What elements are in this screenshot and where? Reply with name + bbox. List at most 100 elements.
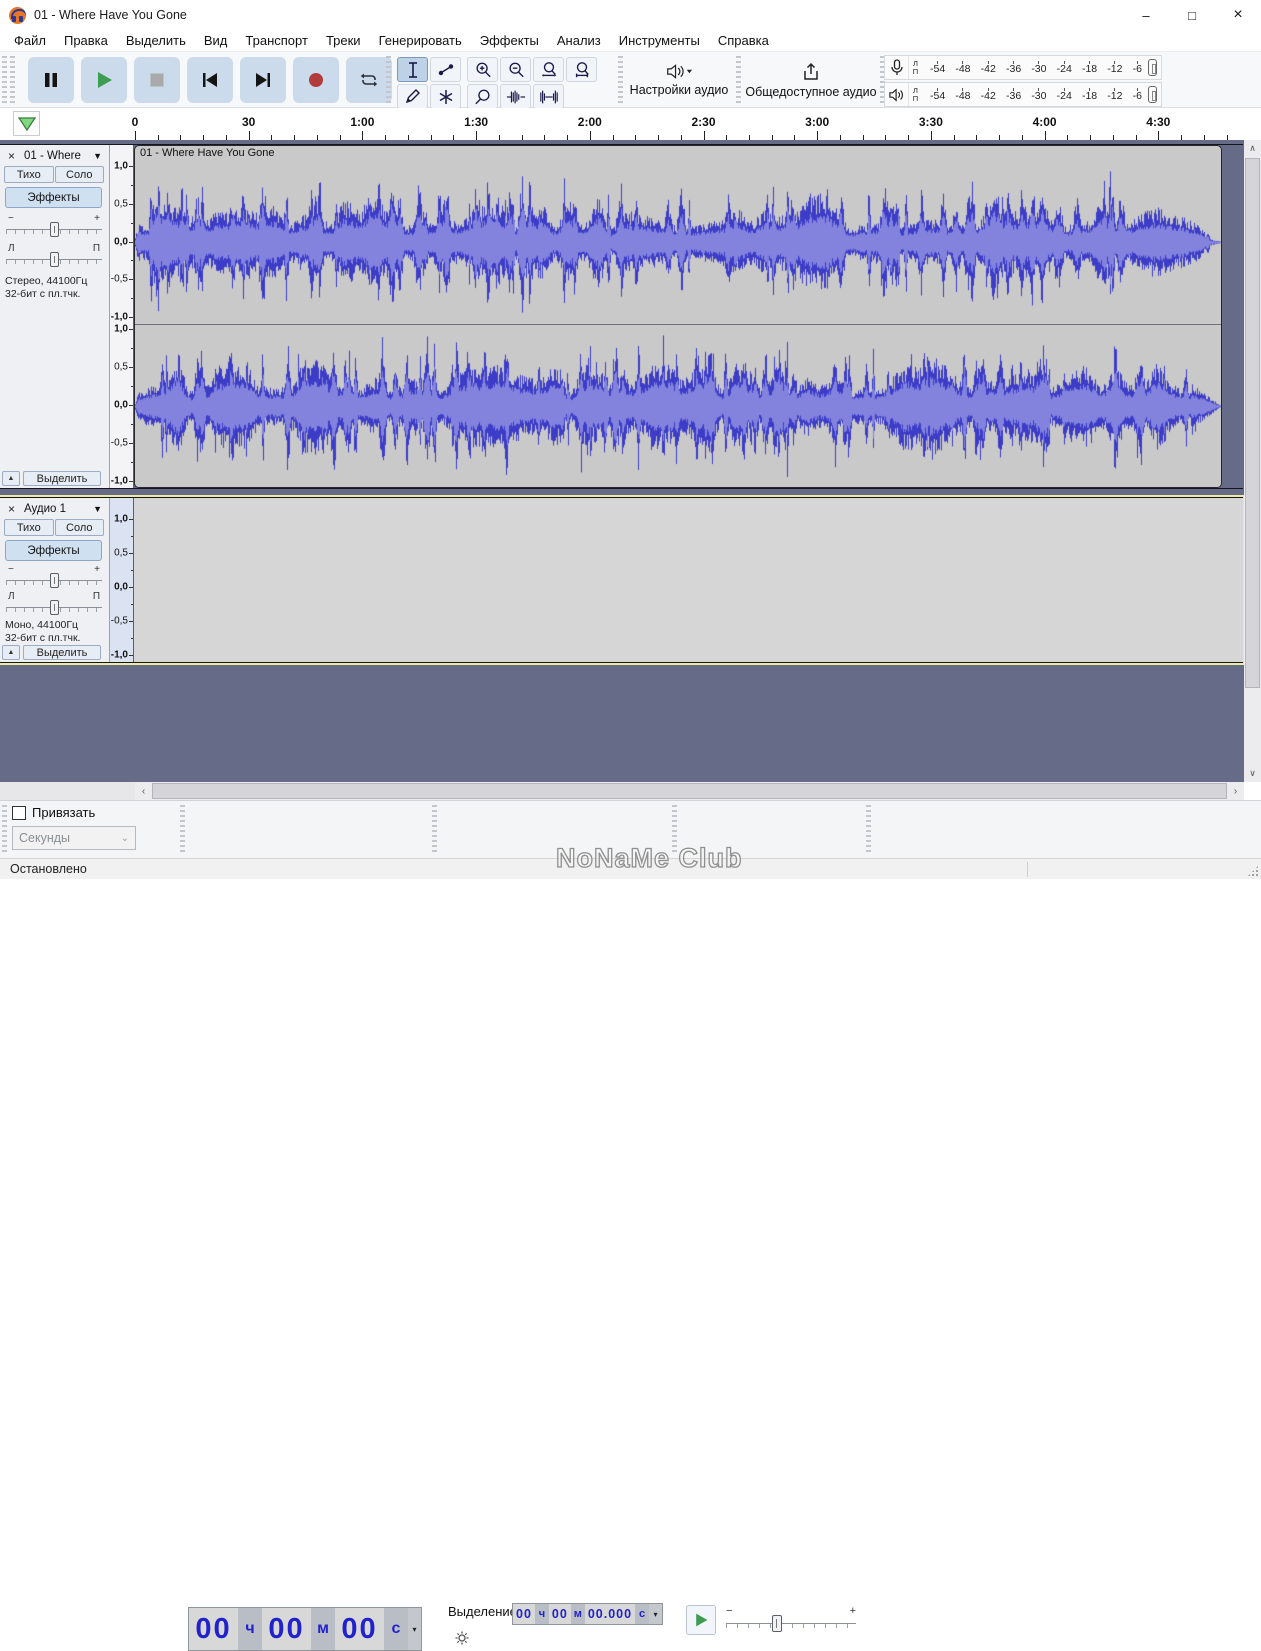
share-audio-button[interactable]: Общедоступное аудио: [744, 55, 878, 105]
skip-to-start-button[interactable]: [187, 57, 233, 103]
selection-settings-button[interactable]: [452, 1628, 472, 1648]
toolbar-grip[interactable]: [180, 805, 185, 853]
playback-meter-scale[interactable]: -54 -48 -42 -36 -30 -24 -18 -12 -6: [922, 87, 1148, 102]
menu-item-5[interactable]: Треки: [317, 31, 370, 50]
menu-item-10[interactable]: Справка: [709, 31, 778, 50]
toolbar-grip[interactable]: [2, 56, 7, 104]
scroll-up-icon[interactable]: ∧: [1244, 140, 1261, 157]
play-speed-slider[interactable]: − +: [724, 1605, 858, 1635]
timeline-scale[interactable]: 0 30 1:00 1:30 2:00 2:30 3:00 3:30 4:00 4:30: [132, 108, 1243, 140]
track-1-waveform-left[interactable]: [135, 161, 1221, 324]
menu-item-6[interactable]: Генерировать: [370, 31, 471, 50]
selection-time-field-2[interactable]: 00 ч 00 м 00.000 с ▾: [512, 1603, 664, 1625]
track-2-vertical-ruler[interactable]: 1,0 0,5 0,0 -0,5 -1,0: [110, 498, 134, 662]
toolbar-grip[interactable]: [10, 56, 15, 104]
stop-button[interactable]: [134, 57, 180, 103]
silence-selection-button[interactable]: [533, 84, 564, 109]
skip-to-end-button[interactable]: [240, 57, 286, 103]
multi-tool-button[interactable]: [430, 84, 461, 109]
toolbar-grip[interactable]: [432, 805, 437, 853]
track-2-close-icon[interactable]: ×: [4, 501, 19, 516]
toolbar-grip[interactable]: [866, 805, 871, 853]
vertical-scroll-thumb[interactable]: [1245, 158, 1260, 688]
track-1-collapse-button[interactable]: ▲: [2, 471, 20, 486]
zoom-in-button[interactable]: [467, 57, 498, 82]
track-1-effects-button[interactable]: Эффекты: [5, 187, 102, 208]
track-2-effects-button[interactable]: Эффекты: [5, 540, 102, 561]
play-button[interactable]: [81, 57, 127, 103]
track-2-select-button[interactable]: Выделить: [23, 645, 101, 660]
track-1-pan-slider[interactable]: Л П: [6, 243, 102, 269]
pinned-playhead-button[interactable]: [13, 111, 40, 136]
track-2-gain-thumb[interactable]: [50, 573, 59, 588]
track-1-solo-button[interactable]: Соло: [54, 166, 104, 183]
envelope-tool-button[interactable]: [430, 57, 461, 82]
time-digit-group[interactable]: 00: [335, 1608, 384, 1650]
track-1-close-icon[interactable]: ×: [4, 148, 19, 163]
track-1-clip[interactable]: 01 - Where Have You Gone: [134, 145, 1222, 488]
recording-meter[interactable]: ЛП -54 -48 -42 -36 -30 -24 -18 -12 -6: [884, 55, 1162, 80]
menu-item-9[interactable]: Инструменты: [610, 31, 709, 50]
toolbar-grip[interactable]: [736, 56, 741, 104]
zoom-toggle-button[interactable]: [467, 84, 498, 109]
track-1-pan-thumb[interactable]: [50, 252, 59, 267]
trim-outside-selection-button[interactable]: [500, 84, 531, 109]
scroll-right-icon[interactable]: ›: [1227, 782, 1244, 800]
menu-item-4[interactable]: Транспорт: [236, 31, 317, 50]
track-2-pan-slider[interactable]: Л П: [6, 591, 102, 617]
track-1-vertical-ruler[interactable]: 1,0 0,5 0,0 -0,5 -1,0 1,0 0,5 0,0 -0,5 -1,0: [110, 145, 134, 488]
track-1-gain-slider[interactable]: − +: [6, 213, 102, 239]
track-2-name-menu[interactable]: Аудио 1 ▼: [21, 500, 105, 517]
zoom-out-button[interactable]: [500, 57, 531, 82]
track-1-gain-thumb[interactable]: [50, 222, 59, 237]
track-2-pan-thumb[interactable]: [50, 600, 59, 615]
menu-item-2[interactable]: Выделить: [117, 31, 195, 50]
zoom-selection-button[interactable]: [533, 57, 564, 82]
toolbar-grip[interactable]: [672, 805, 677, 853]
record-button[interactable]: [293, 57, 339, 103]
close-button[interactable]: ×: [1215, 0, 1261, 30]
recording-meter-scale[interactable]: -54 -48 -42 -36 -30 -24 -18 -12 -6: [922, 60, 1148, 75]
track-2-empty-area[interactable]: [134, 498, 1243, 662]
track-2-gain-slider[interactable]: − +: [6, 564, 102, 590]
track-2-mute-button[interactable]: Тихо: [4, 519, 54, 536]
scroll-left-icon[interactable]: ‹: [135, 782, 152, 800]
menu-item-1[interactable]: Правка: [55, 31, 117, 50]
toolbar-grip[interactable]: [2, 805, 7, 853]
menu-item-0[interactable]: Файл: [5, 31, 55, 50]
audio-position-display[interactable]: 00 ч 00 м 00 с ▾: [188, 1607, 422, 1651]
audio-setup-button[interactable]: Настройки аудио: [626, 55, 732, 105]
time-digit-group[interactable]: 00.000: [584, 1604, 636, 1624]
playback-speaker-icon[interactable]: [885, 83, 909, 106]
selection-tool-button[interactable]: [397, 57, 428, 82]
microphone-icon[interactable]: [885, 56, 909, 79]
playback-meter[interactable]: ЛП -54 -48 -42 -36 -30 -24 -18 -12 -6: [884, 82, 1162, 107]
track-2-solo-button[interactable]: Соло: [54, 519, 104, 536]
pause-button[interactable]: [28, 57, 74, 103]
time-digit-group[interactable]: 00: [189, 1608, 238, 1650]
maximize-button[interactable]: □: [1169, 0, 1215, 30]
snap-checkbox[interactable]: [12, 805, 26, 820]
menu-item-7[interactable]: Эффекты: [471, 31, 548, 50]
window-resize-grip[interactable]: [1247, 865, 1259, 877]
play-at-speed-button[interactable]: [686, 1605, 716, 1635]
track-1-waveform-right[interactable]: [135, 325, 1221, 487]
time-format-dropdown-icon[interactable]: ▾: [649, 1604, 663, 1624]
time-digit-group[interactable]: 00: [513, 1604, 535, 1624]
track-1-select-button[interactable]: Выделить: [23, 471, 101, 486]
scroll-down-icon[interactable]: ∨: [1244, 765, 1261, 782]
toolbar-grip[interactable]: [618, 56, 623, 104]
menu-item-3[interactable]: Вид: [195, 31, 237, 50]
play-speed-thumb[interactable]: [772, 1615, 782, 1632]
time-digit-group[interactable]: 00: [548, 1604, 571, 1624]
time-digit-group[interactable]: 00: [262, 1608, 311, 1650]
minimize-button[interactable]: –: [1123, 0, 1169, 30]
timeline-ruler[interactable]: 0 30 1:00 1:30 2:00 2:30 3:00 3:30 4:00 4:30: [0, 108, 1261, 140]
snap-mode-select[interactable]: Секунды ⌄: [12, 826, 136, 850]
horizontal-scroll-thumb[interactable]: [152, 783, 1227, 799]
draw-tool-button[interactable]: [397, 84, 428, 109]
track-1-name-menu[interactable]: 01 - Where ▼: [21, 147, 105, 164]
track-2-collapse-button[interactable]: ▲: [2, 645, 20, 660]
track-1-mute-button[interactable]: Тихо: [4, 166, 54, 183]
time-format-dropdown-icon[interactable]: ▾: [408, 1608, 421, 1650]
